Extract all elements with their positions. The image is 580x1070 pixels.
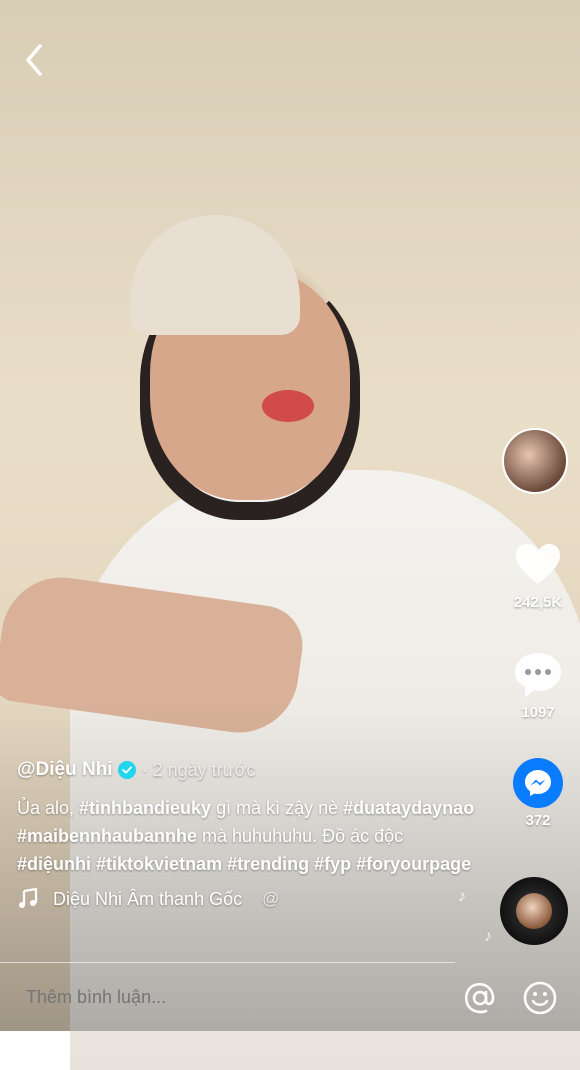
sound-at: @ bbox=[262, 889, 280, 908]
share-count: 372 bbox=[525, 812, 551, 829]
sound-name: Diệu Nhi Âm thanh Gốc bbox=[53, 888, 243, 909]
comment-bar bbox=[0, 966, 580, 1031]
music-note-icon: ♪ bbox=[484, 928, 492, 945]
music-disc[interactable] bbox=[500, 877, 568, 945]
sound-row[interactable]: Diệu Nhi Âm thanh Gốc @ bbox=[17, 888, 477, 910]
hashtag-link[interactable]: #fyp bbox=[314, 854, 351, 874]
comment-button[interactable]: 1097 bbox=[498, 650, 578, 721]
messenger-icon bbox=[513, 758, 563, 808]
at-icon bbox=[464, 982, 495, 1014]
description-text: Ủa alo, bbox=[17, 798, 80, 818]
description-text: gì mà kì zậy nè bbox=[211, 798, 344, 818]
hashtag-link[interactable]: #maibennhaubannhe bbox=[17, 826, 197, 846]
hashtag-link[interactable]: #duataydaynao bbox=[343, 798, 474, 818]
post-time: · 2 ngày trước bbox=[141, 759, 256, 780]
comment-bubble-icon bbox=[515, 653, 561, 697]
heart-icon bbox=[516, 544, 560, 584]
comment-count: 1097 bbox=[521, 704, 555, 721]
hashtag-link[interactable]: #tiktokvietnam bbox=[96, 854, 222, 874]
smiley-icon bbox=[523, 981, 557, 1015]
music-note-icon bbox=[19, 888, 38, 908]
author-name[interactable]: @Diệu Nhi bbox=[17, 759, 113, 781]
mention-button[interactable] bbox=[462, 980, 498, 1016]
video-subject-mouth bbox=[262, 390, 314, 422]
hashtag-link[interactable]: #tinhbandieuky bbox=[79, 798, 211, 818]
hashtag-link[interactable]: #trending bbox=[227, 854, 309, 874]
like-count: 242,5K bbox=[513, 594, 563, 611]
post-caption: @Diệu Nhi · 2 ngày trước Ủa alo, #tinhba… bbox=[17, 756, 477, 910]
emoji-button[interactable] bbox=[522, 980, 558, 1016]
chevron-left-icon bbox=[26, 44, 42, 76]
like-button[interactable]: 242,5K bbox=[498, 540, 578, 611]
verified-badge-icon bbox=[117, 761, 136, 779]
share-messenger-button[interactable]: 372 bbox=[498, 758, 578, 829]
comment-input[interactable] bbox=[24, 986, 428, 1009]
hashtag-link[interactable]: #diệunhi bbox=[17, 854, 91, 874]
post-description: Ủa alo, #tinhbandieuky gì mà kì zậy nè #… bbox=[17, 794, 477, 878]
description-text: mà huhuhuhu. Đồ ác độc bbox=[197, 826, 404, 846]
hashtag-link[interactable]: #foryourpage bbox=[356, 854, 471, 874]
music-disc-cover bbox=[516, 893, 552, 929]
divider bbox=[0, 962, 455, 963]
back-button[interactable] bbox=[18, 40, 50, 80]
creator-avatar[interactable] bbox=[502, 428, 568, 494]
